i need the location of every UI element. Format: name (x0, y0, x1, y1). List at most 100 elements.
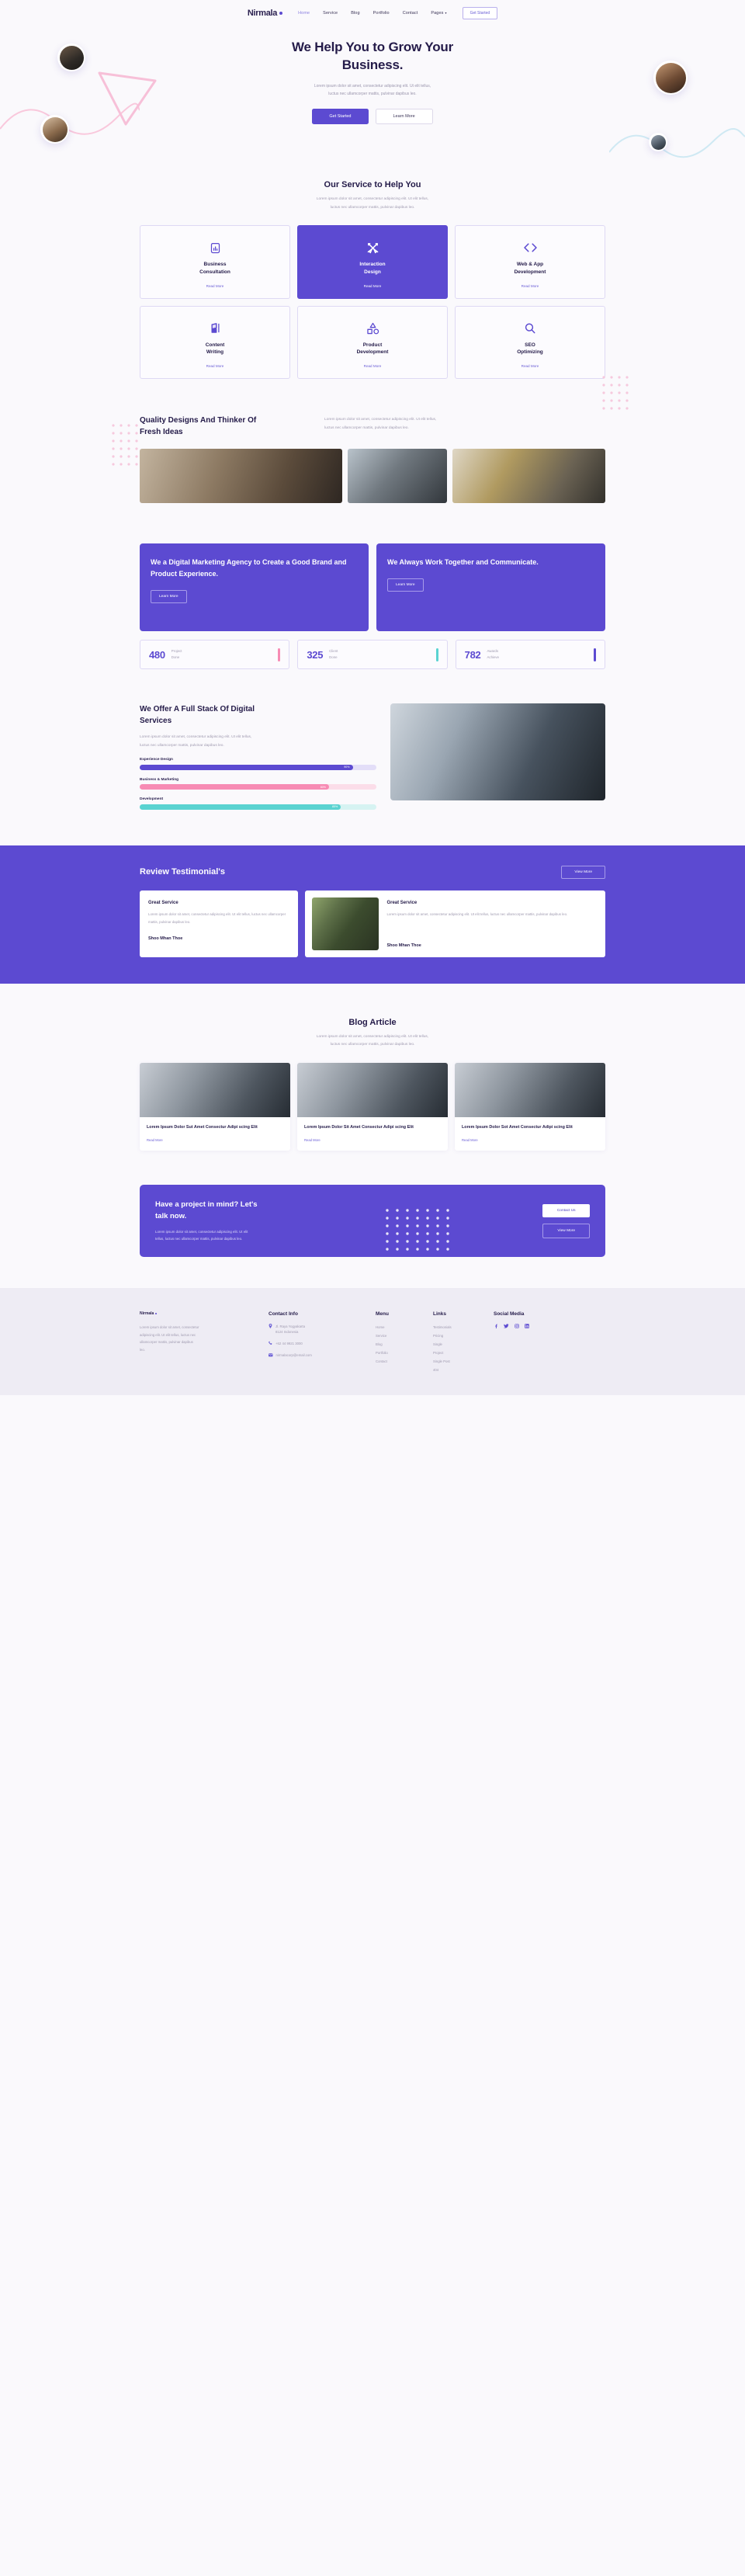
cta-contact-us-button[interactable]: Contact Us (542, 1203, 590, 1217)
blog-read-more-link[interactable]: Read More (147, 1138, 283, 1142)
skill-value: 80% (320, 785, 326, 789)
cta-buttons: Contact Us View More (542, 1203, 590, 1238)
service-read-more-link[interactable]: Read More (206, 276, 224, 288)
hero-learn-more-button[interactable]: Learn More (375, 108, 433, 124)
footer-column-title: Menu (376, 1311, 389, 1317)
footer-menu-column: Menu Home Service Blog Portfolio Contact (376, 1311, 421, 1375)
nav-item-service[interactable]: Service (323, 11, 338, 16)
service-card-web-app-development[interactable]: Web & App Development Read More (455, 225, 605, 299)
quality-image (140, 449, 343, 504)
service-read-more-link[interactable]: Read More (364, 356, 382, 368)
footer-link-item[interactable]: Pricing (433, 1332, 481, 1341)
footer-about: Nirmala Lorem ipsum dolor sit amet, cons… (140, 1311, 256, 1375)
quality-image (452, 449, 605, 504)
testimonial-header: Review Testimonial's View More (140, 865, 605, 879)
shapes-icon (366, 320, 379, 337)
footer-contact-email[interactable]: nirmalacorp@email.com (269, 1352, 363, 1359)
promo-grid: We a Digital Marketing Agency to Create … (140, 543, 605, 632)
nav-item-blog[interactable]: Blog (351, 11, 359, 16)
testimonial-section: Review Testimonial's View More Great Ser… (0, 845, 745, 984)
fullstack-description: Lorem ipsum dolor sit amet, consectetur … (140, 735, 252, 748)
footer-link-item[interactable]: Project (433, 1349, 481, 1358)
footer-menu-item[interactable]: Contact (376, 1358, 421, 1366)
footer-menu-item[interactable]: Portfolio (376, 1349, 421, 1358)
blog-card[interactable]: Lorem Ipsum Dolor Sot Amet Consectur Adi… (455, 1062, 605, 1151)
promo-section: We a Digital Marketing Agency to Create … (140, 503, 605, 670)
brand-logo[interactable]: Nirmala (248, 9, 283, 18)
cta-title: Have a project in mind? Let's talk now. (155, 1200, 258, 1221)
blog-card[interactable]: Lorem Ipsum Dolor Sit Amet Consectur Adi… (297, 1062, 448, 1151)
quality-description: Lorem ipsum dolor sit amet, consectetur … (324, 418, 437, 430)
nav-item-contact[interactable]: Contact (403, 11, 418, 16)
footer-link-item[interactable]: Single Post (433, 1358, 481, 1366)
promo-learn-more-button[interactable]: Learn More (151, 589, 187, 603)
testimonial-title: Review Testimonial's (140, 867, 226, 877)
testimonial-heading: Great Service (148, 900, 178, 905)
service-card-product-development[interactable]: Product Development Read More (297, 305, 448, 380)
promo-learn-more-button[interactable]: Learn More (387, 578, 424, 592)
skill-name: Business & Marketing (140, 777, 179, 782)
promo-title: We a Digital Marketing Agency to Create … (151, 558, 347, 578)
footer-link-item[interactable]: Single (433, 1341, 481, 1349)
services-description: Lorem ipsum dolor sit amet, consectetur … (316, 197, 429, 210)
brand-dot-icon (155, 1312, 158, 1314)
instagram-icon[interactable] (514, 1324, 519, 1330)
services-title: Our Service to Help You (324, 180, 421, 189)
service-card-interaction-design[interactable]: Interaction Design Read More (297, 225, 448, 299)
wave-decoration-left (0, 102, 140, 135)
skill-track: 80% (140, 784, 376, 790)
dot-pattern-left (112, 424, 138, 466)
service-read-more-link[interactable]: Read More (364, 276, 382, 288)
footer-menu-item[interactable]: Home (376, 1324, 421, 1332)
footer-brand-logo[interactable]: Nirmala (140, 1311, 256, 1316)
footer-menu-item[interactable]: Service (376, 1332, 421, 1341)
testimonial-view-more-button[interactable]: View More (561, 865, 605, 879)
get-started-nav-button[interactable]: Get Started (462, 7, 498, 19)
service-read-more-link[interactable]: Read More (522, 356, 539, 368)
facebook-icon[interactable] (494, 1324, 498, 1330)
code-brackets-icon (523, 239, 538, 256)
avatar (653, 61, 688, 95)
blog-card[interactable]: Lorem Ipsum Dolor Sut Amet Consectur Adi… (140, 1062, 290, 1151)
linkedin-icon[interactable] (524, 1324, 529, 1330)
quality-image-row (140, 449, 605, 504)
testimonial-heading: Great Service (386, 900, 418, 905)
nav-item-portfolio[interactable]: Portfolio (373, 11, 390, 16)
avatar (40, 115, 69, 144)
blog-read-more-link[interactable]: Read More (304, 1138, 441, 1142)
footer-contact-column: Contact Info Jl. Raya Yogyakarta 8124 Ind… (269, 1311, 363, 1375)
twitter-icon[interactable] (504, 1324, 509, 1330)
location-pin-icon (269, 1324, 272, 1330)
stat-awards-achieve: 782 Awards Achieve (455, 640, 605, 670)
skill-value: 90% (344, 766, 350, 769)
stat-accent-bar (278, 647, 281, 661)
skill-track: 90% (140, 764, 376, 770)
hero-section: We Help You to Grow Your Business. Lorem… (0, 22, 745, 169)
footer-link-item[interactable]: 404 (433, 1366, 481, 1375)
hero-description: Lorem ipsum dolor sit amet, consectetur … (314, 83, 431, 97)
nav-links: Home Service Blog Portfolio Contact Page… (298, 11, 447, 16)
quality-header: Quality Designs And Thinker Of Fresh Idea… (140, 415, 605, 438)
footer-menu-item[interactable]: Blog (376, 1341, 421, 1349)
footer-link-item[interactable]: Testimonials (433, 1324, 481, 1332)
hero-title: We Help You to Grow Your Business. (291, 40, 454, 72)
avatar (57, 43, 85, 71)
blog-description: Lorem ipsum dolor sit amet, consectetur … (316, 1034, 429, 1047)
service-read-more-link[interactable]: Read More (522, 276, 539, 288)
footer-contact-phone[interactable]: +62 44 9921 3000 (269, 1341, 363, 1348)
footer-column-title: Links (433, 1311, 446, 1317)
promo-card-digital-marketing: We a Digital Marketing Agency to Create … (140, 543, 369, 632)
service-card-content-writing[interactable]: Content Writing Read More (140, 305, 290, 380)
testimonial-text: Lorem ipsum dolor sit amet, consectetur … (386, 911, 568, 916)
services-grid: Business Consultation Read More Interacti… (140, 225, 605, 380)
service-read-more-link[interactable]: Read More (206, 356, 224, 368)
service-card-business-consultation[interactable]: Business Consultation Read More (140, 225, 290, 299)
nav-item-home[interactable]: Home (298, 11, 310, 16)
nav-item-pages[interactable]: Pages ▾ (431, 11, 446, 16)
skill-name: Development (140, 797, 164, 802)
service-card-seo-optimizing[interactable]: SEO Optimizing Read More (455, 305, 605, 380)
blog-read-more-link[interactable]: Read More (462, 1138, 598, 1142)
stat-number: 480 (149, 648, 165, 661)
cta-view-more-button[interactable]: View More (542, 1223, 590, 1238)
hero-get-started-button[interactable]: Get Started (312, 108, 369, 124)
